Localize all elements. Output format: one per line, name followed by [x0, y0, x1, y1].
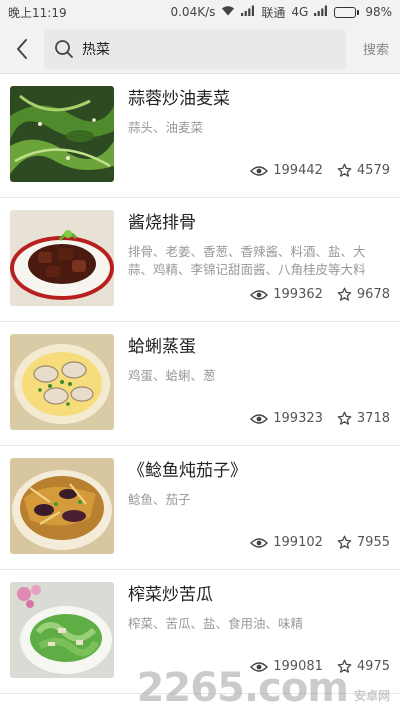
recipe-ingredients: 蒜头、油麦菜 [128, 120, 204, 135]
star-icon [337, 411, 352, 425]
back-button[interactable] [0, 24, 44, 74]
recipe-title: 酱烧排骨 [128, 213, 196, 233]
recipe-title: 《鲶鱼炖茄子》 [128, 461, 247, 481]
recipe-image [10, 210, 114, 306]
search-input[interactable] [82, 40, 282, 57]
recipe-title: 榨菜炒苦瓜 [128, 585, 213, 605]
search-box[interactable] [44, 28, 346, 69]
eye-icon [250, 165, 269, 176]
recipe-item[interactable]: 《鲶鱼炖茄子》 鲶鱼、茄子 199102 7955 [0, 446, 400, 570]
recipe-stats: 199362 9678 [250, 287, 390, 302]
star-icon [337, 287, 352, 301]
watermark-site-name: 安卓网 [353, 689, 390, 703]
recipe-image [10, 86, 114, 182]
status-time: 晚上11:19 [8, 5, 67, 20]
favorites-stat[interactable]: 7955 [337, 535, 390, 550]
recipe-info: 蒜蓉炒油麦菜 蒜头、油麦菜 199442 4579 [128, 86, 390, 186]
battery-percent: 98% [365, 5, 392, 19]
recipe-stats: 199442 4579 [250, 163, 390, 178]
network-type: 4G [291, 5, 309, 19]
site-watermark: 2265.com 安卓网 [137, 665, 390, 711]
eye-icon [250, 537, 269, 548]
views-stat: 199362 [250, 287, 323, 302]
recipe-stats: 199102 7955 [250, 535, 390, 550]
favorite-count: 3718 [356, 411, 390, 426]
favorites-stat[interactable]: 9678 [337, 287, 390, 302]
eye-icon [250, 413, 269, 424]
recipe-ingredients: 榨菜、苦瓜、盐、食用油、味精 [128, 616, 304, 631]
view-count: 199323 [273, 411, 323, 426]
views-stat: 199442 [250, 163, 323, 178]
recipe-ingredients: 排骨、老姜、香葱、香辣酱、料酒、盐、大蒜、鸡精、李锦记甜面酱、八角桂皮等大料 [128, 244, 366, 277]
view-count: 199102 [273, 535, 323, 550]
magnifier-icon [55, 39, 73, 58]
recipe-image [10, 334, 114, 430]
views-stat: 199102 [250, 535, 323, 550]
carrier-name: 联通 [261, 5, 286, 20]
recipe-title: 蒜蓉炒油麦菜 [128, 89, 230, 109]
network-speed: 0.04K/s [170, 5, 216, 19]
chevron-left-icon [17, 38, 27, 59]
star-icon [337, 163, 352, 177]
signal-bars-icon [314, 5, 328, 19]
recipe-item[interactable]: 蒜蓉炒油麦菜 蒜头、油麦菜 199442 4579 [0, 74, 400, 198]
recipe-stats: 199323 3718 [250, 411, 390, 426]
favorite-count: 7955 [356, 535, 390, 550]
favorites-stat[interactable]: 4579 [337, 163, 390, 178]
recipe-item[interactable]: 酱烧排骨 排骨、老姜、香葱、香辣酱、料酒、盐、大蒜、鸡精、李锦记甜面酱、八角桂皮… [0, 198, 400, 322]
watermark-brand: 2265 [136, 665, 245, 711]
recipe-title: 蛤蜊蒸蛋 [128, 337, 196, 357]
view-count: 199362 [273, 287, 323, 302]
recipe-info: 《鲶鱼炖茄子》 鲶鱼、茄子 199102 7955 [128, 458, 390, 558]
views-stat: 199323 [250, 411, 323, 426]
status-bar: 晚上11:19 0.04K/s 联通 4G 98% [0, 0, 400, 24]
recipe-ingredients: 鲶鱼、茄子 [128, 492, 191, 507]
search-header: 搜索 [0, 24, 400, 74]
status-indicators: 0.04K/s 联通 4G 98% [170, 4, 392, 21]
favorite-count: 4579 [356, 163, 390, 178]
recipe-image [10, 458, 114, 554]
signal-bars-icon [241, 5, 255, 19]
recipe-list: 蒜蓉炒油麦菜 蒜头、油麦菜 199442 4579 酱烧排骨 排骨、老姜、香葱、… [0, 74, 400, 694]
battery-icon [334, 6, 360, 18]
view-count: 199442 [273, 163, 323, 178]
recipe-image [10, 582, 114, 678]
recipe-info: 酱烧排骨 排骨、老姜、香葱、香辣酱、料酒、盐、大蒜、鸡精、李锦记甜面酱、八角桂皮… [128, 210, 390, 310]
recipe-ingredients: 鸡蛋、蛤蜊、葱 [128, 368, 216, 383]
star-icon [337, 535, 352, 549]
search-button[interactable]: 搜索 [352, 39, 400, 58]
recipe-item[interactable]: 蛤蜊蒸蛋 鸡蛋、蛤蜊、葱 199323 3718 [0, 322, 400, 446]
recipe-info: 蛤蜊蒸蛋 鸡蛋、蛤蜊、葱 199323 3718 [128, 334, 390, 434]
eye-icon [250, 289, 269, 300]
wifi-icon [221, 5, 235, 19]
favorites-stat[interactable]: 3718 [337, 411, 390, 426]
watermark-domain: .com [243, 665, 349, 711]
favorite-count: 9678 [356, 287, 390, 302]
